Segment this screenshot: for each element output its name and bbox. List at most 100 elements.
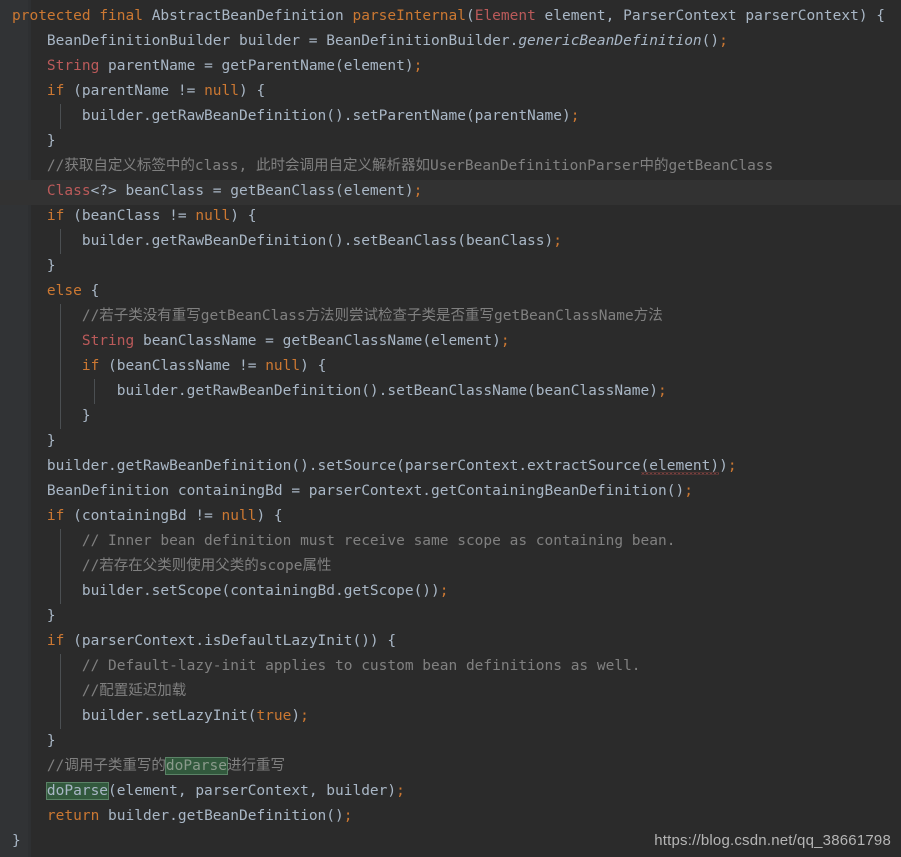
- indent-guide: [60, 229, 61, 254]
- indent-guide: [60, 679, 61, 704]
- code-token: ;: [658, 383, 667, 399]
- keyword-token: true: [256, 708, 292, 724]
- code-line[interactable]: if (containingBd != null) {: [0, 504, 901, 529]
- code-line[interactable]: // Default-lazy-init applies to custom b…: [0, 654, 901, 679]
- code-token: builder.setLazyInit(: [12, 708, 257, 724]
- code-line[interactable]: return builder.getBeanDefinition();: [0, 804, 901, 829]
- code-line[interactable]: doParse(element, parserContext, builder)…: [0, 779, 901, 804]
- code-token: genericBeanDefinition: [518, 33, 702, 49]
- indent-guide: [60, 104, 61, 129]
- code-line[interactable]: BeanDefinitionBuilder builder = BeanDefi…: [0, 29, 901, 54]
- code-line[interactable]: //获取自定义标签中的class, 此时会调用自定义解析器如UserBeanDe…: [0, 154, 901, 179]
- type-token: Class: [46, 183, 91, 199]
- code-token: ) {: [300, 358, 327, 374]
- code-line[interactable]: }: [0, 404, 901, 429]
- comment-token: //配置延迟加载: [12, 683, 187, 699]
- code-token: builder.getRawBeanDefinition().setSource…: [12, 458, 641, 474]
- type-token: Element: [474, 8, 536, 24]
- code-line[interactable]: String beanClassName = getBeanClassName(…: [0, 329, 901, 354]
- keyword-token: protected: [12, 8, 91, 24]
- type-token: String: [81, 333, 135, 349]
- keyword-token: null: [265, 358, 301, 374]
- code-line[interactable]: }: [0, 604, 901, 629]
- code-line[interactable]: }: [0, 729, 901, 754]
- keyword-token: null: [195, 208, 231, 224]
- code-token: ) {: [256, 508, 283, 524]
- code-token: (element, parserContext, builder): [108, 783, 397, 799]
- code-line[interactable]: //配置延迟加载: [0, 679, 901, 704]
- keyword-token: null: [204, 83, 239, 99]
- indent-guide: [60, 404, 61, 429]
- code-line[interactable]: }: [0, 429, 901, 454]
- code-token: (beanClass !=: [64, 208, 196, 224]
- code-line[interactable]: if (parserContext.isDefaultLazyInit()) {: [0, 629, 901, 654]
- code-line[interactable]: if (parentName != null) {: [0, 79, 901, 104]
- indent-guide: [60, 354, 61, 379]
- code-token: parentName = getParentName(element): [99, 58, 414, 74]
- code-line[interactable]: //调用子类重写的doParse进行重写: [0, 754, 901, 779]
- code-line[interactable]: builder.getRawBeanDefinition().setBeanCl…: [0, 379, 901, 404]
- code-line[interactable]: }: [0, 254, 901, 279]
- code-line[interactable]: String parentName = getParentName(elemen…: [0, 54, 901, 79]
- code-line[interactable]: else {: [0, 279, 901, 304]
- keyword-token: return: [46, 808, 100, 824]
- comment-token: //获取自定义标签中的class, 此时会调用自定义解析器如UserBeanDe…: [12, 158, 774, 174]
- code-token: ) {: [230, 208, 257, 224]
- code-token: BeanDefinition containingBd = parserCont…: [12, 483, 685, 499]
- code-editor[interactable]: protected final AbstractBeanDefinition p…: [0, 0, 901, 857]
- code-token: }: [12, 133, 56, 149]
- code-token: ;: [343, 808, 353, 824]
- indent-guide: [60, 304, 61, 329]
- watermark-url: https://blog.csdn.net/qq_38661798: [654, 832, 891, 849]
- code-token: builder.getRawBeanDefinition().setBeanCl…: [12, 233, 554, 249]
- code-line[interactable]: BeanDefinition containingBd = parserCont…: [0, 479, 901, 504]
- indent-guide: [60, 329, 61, 354]
- code-line[interactable]: Class<?> beanClass = getBeanClass(elemen…: [0, 179, 901, 204]
- keyword-token: if: [46, 508, 65, 524]
- code-line[interactable]: //若存在父类则使用父类的scope属性: [0, 554, 901, 579]
- code-token: (containingBd !=: [64, 508, 222, 524]
- keyword-token: null: [221, 508, 257, 524]
- code-token: BeanDefinitionBuilder builder = BeanDefi…: [12, 33, 519, 49]
- keyword-token: parseInternal: [352, 8, 466, 24]
- code-line[interactable]: protected final AbstractBeanDefinition p…: [0, 4, 901, 29]
- code-token: (parentName !=: [64, 83, 205, 99]
- code-token: ;: [727, 458, 737, 474]
- code-token: }: [12, 608, 56, 624]
- code-line[interactable]: if (beanClass != null) {: [0, 204, 901, 229]
- code-line[interactable]: builder.getRawBeanDefinition().setSource…: [0, 454, 901, 479]
- code-token: ;: [570, 108, 580, 124]
- code-token: ): [291, 708, 301, 724]
- keyword-token: if: [46, 633, 65, 649]
- code-token: ;: [553, 233, 562, 249]
- code-token: (): [701, 33, 720, 49]
- indent-guide: [60, 704, 61, 729]
- code-line[interactable]: builder.setScope(containingBd.getScope()…: [0, 579, 901, 604]
- code-line[interactable]: // Inner bean definition must receive sa…: [0, 529, 901, 554]
- code-token: (parserContext.isDefaultLazyInit()) {: [64, 633, 397, 649]
- code-line[interactable]: builder.getRawBeanDefinition().setParent…: [0, 104, 901, 129]
- code-token: AbstractBeanDefinition: [142, 8, 353, 24]
- code-line[interactable]: builder.getRawBeanDefinition().setBeanCl…: [0, 229, 901, 254]
- code-token: ;: [439, 583, 449, 599]
- code-line[interactable]: //若子类没有重写getBeanClass方法则尝试检查子类是否重写getBea…: [0, 304, 901, 329]
- code-line[interactable]: builder.setLazyInit(true);: [0, 704, 901, 729]
- code-token: }: [12, 258, 56, 274]
- indent-guide: [60, 554, 61, 579]
- keyword-token: if: [81, 358, 100, 374]
- code-content[interactable]: protected final AbstractBeanDefinition p…: [0, 0, 901, 854]
- code-token: ): [719, 458, 728, 474]
- code-token: builder.setScope(containingBd.getScope()…: [12, 583, 440, 599]
- code-line[interactable]: }: [0, 129, 901, 154]
- code-line[interactable]: if (beanClassName != null) {: [0, 354, 901, 379]
- code-token: ;: [500, 333, 510, 349]
- keyword-token: else: [46, 283, 82, 299]
- code-token: }: [12, 408, 91, 424]
